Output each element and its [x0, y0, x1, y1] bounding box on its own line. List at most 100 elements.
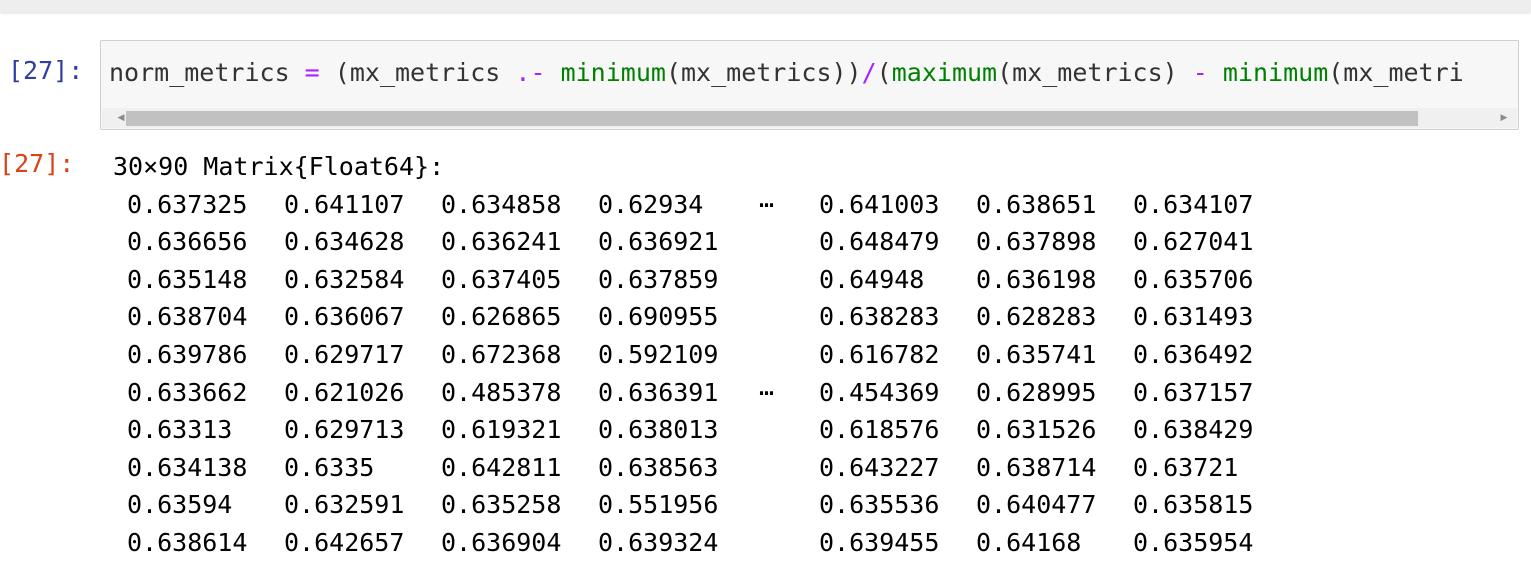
matrix-cell: 0.634858 [441, 189, 562, 219]
code-token: (mx_metri [1328, 58, 1464, 87]
matrix-cell: 0.648479 [819, 227, 940, 257]
matrix-cell: 0.633662 [127, 377, 248, 407]
matrix-cell: 0.636656 [127, 227, 248, 257]
matrix-cell: 0.638614 [127, 527, 248, 557]
code-token: (mx_metrics)) [665, 58, 862, 87]
matrix-cell: 0.635536 [819, 490, 940, 520]
code-function-token: minimum [1222, 58, 1329, 87]
code-line[interactable]: norm_metrics = (mx_metrics .- minimum(mx… [109, 58, 1464, 88]
matrix-cell: 0.636241 [441, 227, 562, 257]
matrix-cell: 0.638704 [127, 302, 248, 332]
matrix-cell: 0.627041 [1133, 227, 1254, 257]
matrix-cell: 0.636198 [976, 264, 1097, 294]
matrix-cell: 0.635954 [1133, 527, 1254, 557]
matrix-cell: 0.632591 [284, 490, 405, 520]
matrix-cell: 0.636904 [441, 527, 562, 557]
matrix-cell: 0.641003 [819, 189, 940, 219]
matrix-cell: 0.63721 [1133, 452, 1239, 482]
matrix-cell: 0.642811 [441, 452, 562, 482]
code-operator-token: / [861, 58, 877, 87]
matrix-cell: 0.638283 [819, 302, 940, 332]
matrix-cell: 0.616782 [819, 339, 940, 369]
matrix-cell: 0.639786 [127, 339, 248, 369]
matrix-cell: 0.629717 [284, 339, 405, 369]
matrix-cell: 0.637157 [1133, 377, 1254, 407]
matrix-cell: 0.485378 [441, 377, 562, 407]
matrix-cell: 0.636921 [598, 227, 719, 257]
cell-output: 30×90 Matrix{Float64}: 0.637325 0.641107 0… [113, 148, 1253, 562]
matrix-cell: 0.635148 [127, 264, 248, 294]
matrix-cell: 0.63313 [127, 415, 233, 445]
matrix-cell: 0.642657 [284, 527, 405, 557]
matrix-cell: 0.637405 [441, 264, 562, 294]
code-operator-token: .- [515, 58, 546, 87]
matrix-cell: 0.621026 [284, 377, 405, 407]
matrix-ellipsis: ⋯ [759, 189, 775, 219]
horizontal-scrollbar[interactable]: ◀ ▶ [102, 108, 1517, 128]
matrix-cell: 0.62934 [598, 189, 704, 219]
matrix-cell: 0.628283 [976, 302, 1097, 332]
matrix-cell: 0.635258 [441, 490, 562, 520]
matrix-cell: 0.638429 [1133, 415, 1254, 445]
matrix-row: 0.634138 0.6335 0.642811 0.638563 0.643227 0.… [113, 449, 1238, 487]
matrix-row: 0.636656 0.634628 0.636241 0.636921 0.648479… [113, 223, 1253, 261]
matrix-cell: 0.637859 [598, 264, 719, 294]
input-prompt: [27]: [8, 56, 84, 85]
matrix-cell: 0.63594 [127, 490, 233, 520]
matrix-cell: 0.637898 [976, 227, 1097, 257]
code-function-token: maximum [891, 58, 998, 87]
matrix-rows: 0.637325 0.641107 0.634858 0.62934 ⋯ 0.641003… [113, 186, 1253, 562]
code-token: (mx_metrics) [997, 58, 1193, 87]
matrix-row: 0.638614 0.642657 0.636904 0.639324 0.639455… [113, 524, 1253, 562]
matrix-cell: 0.643227 [819, 452, 940, 482]
matrix-cell: 0.618576 [819, 415, 940, 445]
matrix-row: 0.639786 0.629717 0.672368 0.592109 0.616782… [113, 336, 1253, 374]
matrix-cell: 0.634138 [127, 452, 248, 482]
matrix-cell: 0.640477 [976, 490, 1097, 520]
matrix-cell: 0.64948 [819, 264, 925, 294]
matrix-cell: 0.619321 [441, 415, 562, 445]
code-cell-input[interactable]: norm_metrics = (mx_metrics .- minimum(mx… [100, 40, 1519, 130]
notebook-toolbar-edge [0, 0, 1531, 12]
matrix-row: 0.63594 0.632591 0.635258 0.551956 0.635536 0… [113, 486, 1253, 524]
matrix-row: 0.635148 0.632584 0.637405 0.637859 0.64948 0… [113, 261, 1253, 299]
matrix-cell: 0.635741 [976, 339, 1097, 369]
code-token: ( [876, 58, 892, 87]
scroll-right-arrow-icon[interactable]: ▶ [1495, 108, 1513, 128]
matrix-cell: 0.592109 [598, 339, 719, 369]
code-operator-token: - [1192, 58, 1208, 87]
matrix-cell: 0.635815 [1133, 490, 1254, 520]
matrix-cell: 0.631493 [1133, 302, 1254, 332]
output-prompt: t[27]: [0, 149, 75, 178]
matrix-cell: 0.641107 [284, 189, 405, 219]
matrix-cell: 0.551956 [598, 490, 719, 520]
code-operator-token: = [304, 58, 320, 87]
matrix-cell: 0.634107 [1133, 189, 1254, 219]
matrix-cell: 0.454369 [819, 377, 940, 407]
matrix-cell: 0.638563 [598, 452, 719, 482]
scrollbar-thumb[interactable] [126, 111, 1418, 126]
matrix-cell: 0.672368 [441, 339, 562, 369]
matrix-cell: 0.636492 [1133, 339, 1254, 369]
matrix-cell: 0.635706 [1133, 264, 1254, 294]
matrix-row: 0.638704 0.636067 0.626865 0.690955 0.638283… [113, 298, 1253, 336]
matrix-cell: 0.629713 [284, 415, 405, 445]
matrix-cell: 0.636391 [598, 377, 719, 407]
matrix-header: 30×90 Matrix{Float64}: [113, 152, 445, 181]
matrix-cell: 0.639455 [819, 527, 940, 557]
matrix-cell: 0.632584 [284, 264, 405, 294]
matrix-row: 0.637325 0.641107 0.634858 0.62934 ⋯ 0.641003… [113, 186, 1253, 224]
matrix-row: 0.63313 0.629713 0.619321 0.638013 0.618576 0… [113, 411, 1253, 449]
code-function-token: minimum [560, 58, 666, 87]
matrix-cell: 0.638714 [976, 452, 1097, 482]
matrix-cell: 0.636067 [284, 302, 405, 332]
matrix-ellipsis: ⋯ [759, 377, 775, 407]
matrix-cell: 0.634628 [284, 227, 405, 257]
matrix-cell: 0.626865 [441, 302, 562, 332]
matrix-cell: 0.638013 [598, 415, 719, 445]
matrix-cell: 0.690955 [598, 302, 719, 332]
matrix-cell: 0.639324 [598, 527, 719, 557]
matrix-cell: 0.6335 [284, 452, 375, 482]
